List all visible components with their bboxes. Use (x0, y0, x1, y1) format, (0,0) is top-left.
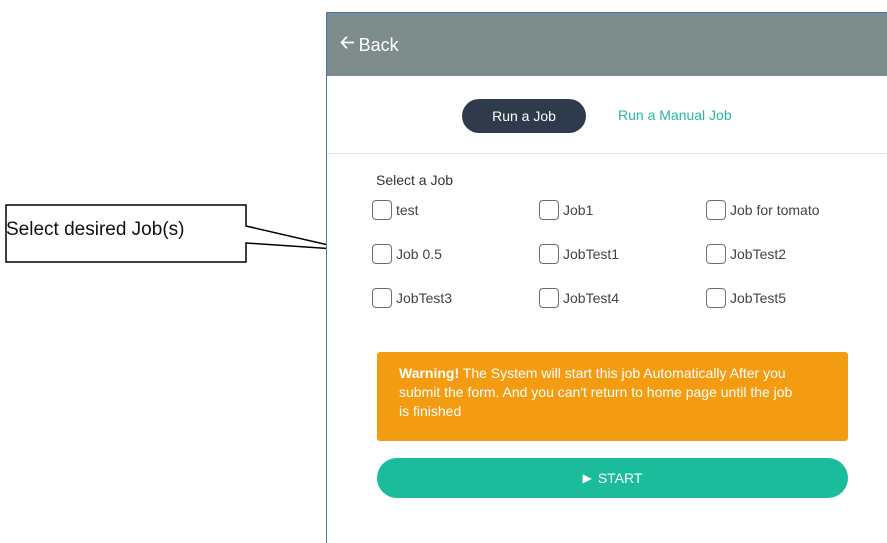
job-option-test[interactable]: test (372, 197, 419, 223)
tab-run-a-job[interactable]: Run a Job (462, 99, 586, 133)
start-label: START (597, 470, 643, 486)
job-tabs: Run a Job Run a Manual Job (327, 75, 887, 154)
job-label: Job 0.5 (396, 246, 442, 262)
checkbox[interactable] (539, 288, 559, 308)
top-bar: 🡠 Back (327, 12, 887, 76)
job-option-jobtest1[interactable]: JobTest1 (539, 241, 619, 267)
job-option-jobtest3[interactable]: JobTest3 (372, 285, 452, 311)
job-label: Job for tomato (730, 202, 820, 218)
job-label: JobTest5 (730, 290, 787, 306)
warning-alert: Warning! The System will start this job … (377, 352, 848, 441)
start-button[interactable]: ▶ START (377, 458, 848, 498)
job-label: JobTest4 (563, 290, 620, 306)
checkbox[interactable] (706, 288, 726, 308)
checkbox[interactable] (706, 200, 726, 220)
tab-run-a-manual-job[interactable]: Run a Manual Job (618, 107, 732, 123)
job-option-job1[interactable]: Job1 (539, 197, 593, 223)
play-icon: ▶ (582, 471, 592, 485)
warning-title: Warning! (399, 365, 460, 381)
callout-text: Select desired Job(s) (6, 219, 185, 240)
job-option-jobtest2[interactable]: JobTest2 (706, 241, 786, 267)
job-option-jobtest4[interactable]: JobTest4 (539, 285, 619, 311)
checkbox[interactable] (372, 200, 392, 220)
checkbox[interactable] (539, 244, 559, 264)
job-label: test (396, 202, 419, 218)
arrow-left-icon: 🡠 (340, 32, 355, 52)
job-option-jobtest5[interactable]: JobTest5 (706, 285, 786, 311)
job-label: JobTest1 (563, 246, 620, 262)
back-label: Back (358, 34, 399, 55)
select-job-label: Select a Job (376, 172, 454, 188)
app-window: 🡠 Back Run a Job Run a Manual Job Select… (326, 12, 887, 543)
job-label: JobTest2 (730, 246, 787, 262)
job-label: JobTest3 (396, 290, 453, 306)
back-button[interactable]: 🡠 Back (340, 30, 399, 60)
checkbox[interactable] (372, 288, 392, 308)
checkbox[interactable] (539, 200, 559, 220)
job-option-job-0-5[interactable]: Job 0.5 (372, 241, 442, 267)
checkbox[interactable] (706, 244, 726, 264)
job-label: Job1 (563, 202, 594, 218)
checkbox[interactable] (372, 244, 392, 264)
job-option-job-for-tomato[interactable]: Job for tomato (706, 197, 820, 223)
